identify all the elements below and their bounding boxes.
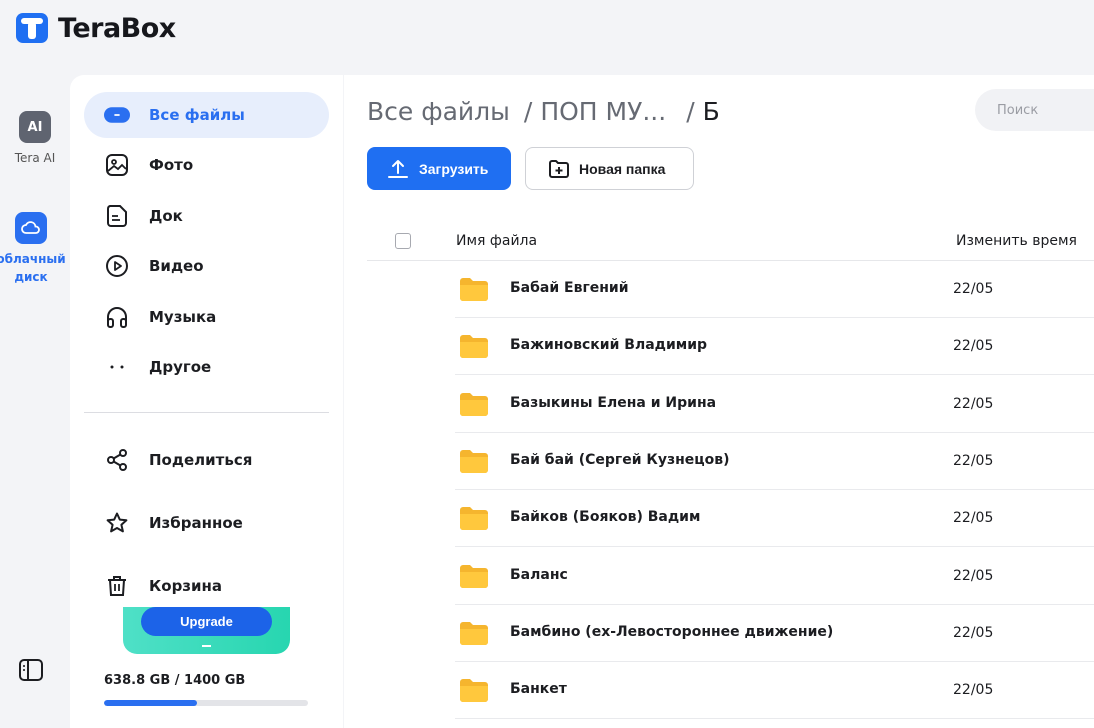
file-modified-time: 22/05 xyxy=(953,624,994,641)
breadcrumb-current: Б xyxy=(702,97,720,126)
nav-document[interactable]: Док xyxy=(84,193,329,239)
file-name[interactable]: Бай бай (Сергей Кузнецов) xyxy=(510,452,730,468)
rail-label-cloud-line1: облачный xyxy=(0,252,66,266)
nav-trash[interactable]: Корзина xyxy=(84,563,329,609)
terabox-logo[interactable]: TeraBox xyxy=(14,10,176,46)
cloud-drive-icon xyxy=(15,212,47,244)
table-row[interactable]: Банкет 22/05 xyxy=(455,662,1094,720)
breadcrumb-middle[interactable]: ПОП МУ... xyxy=(540,97,666,126)
upload-icon xyxy=(387,158,409,180)
file-modified-time: 22/05 xyxy=(953,510,994,527)
breadcrumb-separator: / xyxy=(686,97,695,126)
column-header-time[interactable]: Изменить время xyxy=(956,233,1077,249)
file-name[interactable]: Бабай Евгений xyxy=(510,280,629,296)
nav-photo[interactable]: Фото xyxy=(84,142,329,188)
nav-video[interactable]: Видео xyxy=(84,243,329,289)
upgrade-indicator xyxy=(202,645,211,647)
nav-all-files[interactable]: Все файлы xyxy=(84,92,329,138)
star-icon xyxy=(104,510,130,536)
terabox-logo-icon xyxy=(16,13,48,43)
nav-label: Избранное xyxy=(149,514,243,532)
upgrade-button[interactable]: Upgrade xyxy=(141,607,272,636)
new-folder-button-label: Новая папка xyxy=(579,160,666,177)
trash-icon xyxy=(104,573,130,599)
storage-usage-text: 638.8 GB / 1400 GB xyxy=(104,673,246,688)
sidebar-divider xyxy=(84,412,329,413)
new-folder-icon xyxy=(547,157,571,181)
logo-text: TeraBox xyxy=(58,12,176,44)
folder-icon xyxy=(459,449,489,474)
nav-label: Видео xyxy=(149,257,204,275)
nav-label: Поделиться xyxy=(149,451,253,469)
file-name[interactable]: Байков (Бояков) Вадим xyxy=(510,509,700,525)
nav-music[interactable]: Музыка xyxy=(84,294,329,340)
table-row[interactable]: Байков (Бояков) Вадим 22/05 xyxy=(455,490,1094,548)
upgrade-banner: Upgrade xyxy=(123,607,290,654)
folder-icon xyxy=(459,506,489,531)
nav-label: Музыка xyxy=(149,308,217,326)
nav-label: Все файлы xyxy=(149,106,245,124)
table-row[interactable]: Баланс 22/05 xyxy=(455,548,1094,605)
all-files-icon xyxy=(104,102,130,128)
file-modified-time: 22/05 xyxy=(953,567,994,584)
upload-button[interactable]: Загрузить xyxy=(367,147,511,190)
folder-icon xyxy=(459,334,489,359)
file-modified-time: 22/05 xyxy=(953,682,994,699)
table-row[interactable]: Бажиновский Владимир 22/05 xyxy=(455,318,1094,376)
folder-icon xyxy=(459,277,489,302)
tera-ai-icon: AI xyxy=(19,111,51,143)
file-name[interactable]: Бамбино (ex-Левостороннее движение) xyxy=(510,624,833,640)
nav-other[interactable]: Другое xyxy=(84,344,329,390)
rail-label-tera-ai: Tera AI xyxy=(14,151,56,165)
nav-label: Другое xyxy=(149,358,212,376)
file-name[interactable]: Банкет xyxy=(510,681,567,697)
new-folder-button[interactable]: Новая папка xyxy=(525,147,694,190)
search-input[interactable] xyxy=(975,89,1094,131)
table-row[interactable]: Бамбино (ex-Левостороннее движение) 22/05 xyxy=(455,605,1094,662)
nav-label: Док xyxy=(149,207,183,225)
breadcrumb-root[interactable]: Все файлы xyxy=(367,97,510,126)
column-header-name[interactable]: Имя файла xyxy=(456,233,537,249)
rail-cloud-drive[interactable]: облачный диск xyxy=(0,212,66,286)
nav-label: Корзина xyxy=(149,577,223,595)
document-icon xyxy=(104,203,130,229)
breadcrumb-separator: / xyxy=(523,97,533,126)
more-icon xyxy=(104,354,130,380)
folder-icon xyxy=(459,621,489,646)
storage-progress-fill xyxy=(104,700,198,706)
share-icon xyxy=(104,447,130,473)
nav-favorites[interactable]: Избранное xyxy=(84,500,329,546)
video-icon xyxy=(104,253,130,279)
sidebar: Все файлы Фото Док Видео Музыка Другое П… xyxy=(70,75,343,728)
table-row[interactable]: Бабай Евгений 22/05 xyxy=(455,261,1094,318)
file-name[interactable]: Базыкины Елена и Ирина xyxy=(510,395,716,411)
folder-icon xyxy=(459,678,489,703)
file-name[interactable]: Бажиновский Владимир xyxy=(510,337,707,353)
main-panel: Все файлы / ПОП МУ... / Б Загрузить Нова… xyxy=(344,75,1094,728)
file-modified-time: 22/05 xyxy=(953,395,994,412)
photo-icon xyxy=(104,152,130,178)
select-all-checkbox[interactable] xyxy=(395,233,411,249)
breadcrumb: Все файлы / ПОП МУ... / Б xyxy=(367,97,720,126)
headphones-icon xyxy=(104,304,130,330)
folder-icon xyxy=(459,564,489,589)
file-modified-time: 22/05 xyxy=(953,452,994,469)
table-row[interactable]: Бай бай (Сергей Кузнецов) 22/05 xyxy=(455,433,1094,490)
storage-progress-bar xyxy=(104,700,308,706)
folder-icon xyxy=(459,392,489,417)
file-name[interactable]: Баланс xyxy=(510,567,568,583)
rail-tera-ai[interactable]: AI Tera AI xyxy=(0,111,70,167)
rail-label-cloud-line2: диск xyxy=(14,270,48,284)
table-row[interactable]: Базыкины Елена и Ирина 22/05 xyxy=(455,376,1094,433)
file-modified-time: 22/05 xyxy=(953,281,994,297)
table-header: Имя файла Изменить время xyxy=(367,221,1094,261)
file-modified-time: 22/05 xyxy=(953,338,994,355)
nav-share[interactable]: Поделиться xyxy=(84,437,329,483)
upload-button-label: Загрузить xyxy=(419,160,489,177)
nav-label: Фото xyxy=(149,156,194,174)
sidebar-toggle-icon[interactable] xyxy=(18,658,44,682)
